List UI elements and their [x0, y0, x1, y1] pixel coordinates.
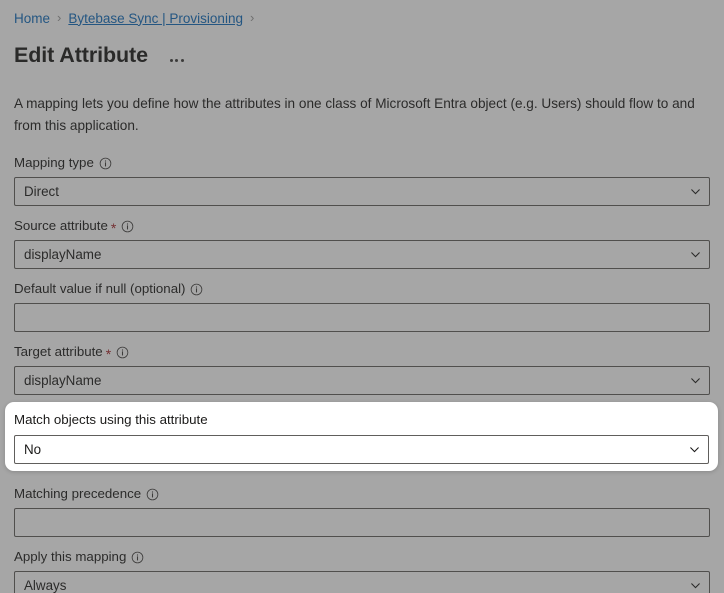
target-attribute-select[interactable]: displayName — [14, 366, 710, 395]
title-row: Edit Attribute — [14, 40, 710, 70]
match-objects-value: No — [24, 442, 42, 457]
label-matching-precedence: Matching precedence — [14, 485, 710, 503]
label-text: Match objects using this attribute — [14, 412, 208, 427]
info-circle-icon[interactable] — [146, 488, 159, 501]
label-text: Mapping type — [14, 155, 94, 170]
page-content: Home › Bytebase Sync | Provisioning › Ed… — [0, 0, 724, 593]
field-source-attribute: Source attribute * displayName — [14, 217, 710, 269]
field-apply-mapping: Apply this mapping Always — [14, 548, 710, 593]
chevron-down-icon — [681, 374, 709, 387]
breadcrumb-item-home[interactable]: Home — [14, 11, 50, 26]
label-text: Default value if null (optional) — [14, 281, 186, 296]
mapping-type-value: Direct — [24, 184, 59, 199]
label-text: Source attribute — [14, 218, 108, 233]
info-circle-icon[interactable] — [99, 157, 112, 170]
info-circle-icon[interactable] — [190, 283, 203, 296]
target-attribute-value: displayName — [24, 373, 102, 388]
edit-attribute-screen: Home › Bytebase Sync | Provisioning › Ed… — [0, 0, 724, 593]
apply-mapping-value: Always — [24, 578, 67, 593]
ellipsis-horizontal-icon[interactable] — [166, 54, 188, 67]
field-mapping-type: Mapping type Direct — [14, 154, 710, 206]
match-objects-select[interactable]: No — [14, 435, 709, 464]
source-attribute-select[interactable]: displayName — [14, 240, 710, 269]
required-marker: * — [105, 346, 112, 362]
field-default-value: Default value if null (optional) — [14, 280, 710, 332]
apply-mapping-select[interactable]: Always — [14, 571, 710, 593]
chevron-down-icon — [681, 248, 709, 261]
ellipsis-dot-3 — [180, 58, 184, 62]
label-target-attribute: Target attribute * — [14, 343, 710, 361]
label-default-value: Default value if null (optional) — [14, 280, 710, 298]
ellipsis-dot-1 — [169, 58, 173, 62]
chevron-down-icon — [681, 579, 709, 592]
breadcrumb-item-provisioning[interactable]: Bytebase Sync | Provisioning — [68, 11, 243, 26]
chevron-right-icon: › — [57, 9, 62, 25]
info-circle-icon[interactable] — [131, 551, 144, 564]
attribute-mapping-form: Mapping type Direct Source attribute * d… — [14, 154, 710, 593]
field-match-objects-highlighted: Match objects using this attribute No — [5, 402, 718, 471]
page-description: A mapping lets you define how the attrib… — [14, 96, 695, 133]
default-value-input[interactable] — [14, 303, 710, 332]
required-marker: * — [110, 220, 117, 236]
ellipsis-dot-2 — [175, 58, 179, 62]
mapping-type-select[interactable]: Direct — [14, 177, 710, 206]
info-circle-icon[interactable] — [116, 346, 129, 359]
field-matching-precedence: Matching precedence — [14, 485, 710, 537]
breadcrumb: Home › Bytebase Sync | Provisioning › — [14, 0, 710, 29]
label-apply-mapping: Apply this mapping — [14, 548, 710, 566]
label-match-objects: Match objects using this attribute — [14, 411, 709, 429]
label-text: Apply this mapping — [14, 549, 127, 564]
label-text: Matching precedence — [14, 486, 142, 501]
matching-precedence-input[interactable] — [14, 508, 710, 537]
label-source-attribute: Source attribute * — [14, 217, 710, 235]
source-attribute-value: displayName — [24, 247, 102, 262]
label-text: Target attribute — [14, 344, 103, 359]
field-target-attribute: Target attribute * displayName — [14, 343, 710, 395]
info-circle-icon[interactable] — [121, 220, 134, 233]
chevron-down-icon — [681, 185, 709, 198]
chevron-right-icon-2: › — [249, 9, 255, 25]
label-mapping-type: Mapping type — [14, 154, 710, 172]
page-title: Edit Attribute — [14, 43, 148, 67]
chevron-down-icon — [680, 443, 708, 456]
